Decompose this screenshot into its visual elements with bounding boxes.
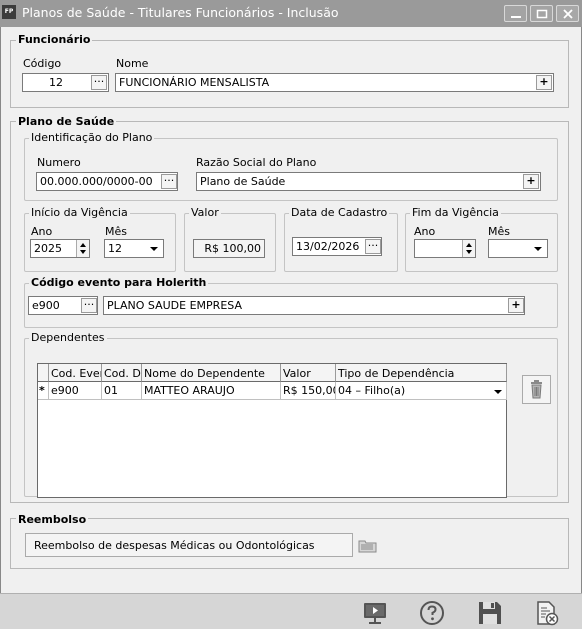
inicio-ano-label: Ano (31, 225, 53, 238)
evento-add-button[interactable]: + (508, 298, 524, 313)
col-header-cod-dependente[interactable]: Cod. De (102, 364, 142, 382)
save-icon (479, 602, 501, 624)
plano-title: Plano de Saúde (16, 115, 117, 128)
tipo-chevron-down-icon[interactable] (490, 383, 506, 399)
maximize-button[interactable] (530, 5, 553, 22)
table-row-marker-header (38, 364, 49, 382)
evento-lookup-button[interactable]: ··· (81, 298, 97, 313)
inicio-vigencia-title: Início da Vigência (29, 206, 130, 219)
cancel-doc-icon (537, 601, 559, 626)
monitor-button[interactable] (362, 600, 388, 626)
minimize-icon (511, 16, 521, 18)
col-header-nome[interactable]: Nome do Dependente (142, 364, 281, 382)
funcionario-title: Funcionário (16, 33, 93, 46)
dependentes-title: Dependentes (29, 331, 107, 344)
razao-label: Razão Social do Plano (196, 156, 317, 169)
reembolso-title: Reembolso (16, 513, 89, 526)
fim-ano-spinner[interactable] (462, 240, 475, 257)
razao-field[interactable]: Plano de Saúde (196, 172, 541, 191)
nome-field[interactable]: FUNCIONÁRIO MENSALISTA (115, 73, 554, 92)
inicio-ano-spinner[interactable] (76, 240, 89, 257)
delete-dependente-button[interactable] (522, 375, 551, 404)
numero-field[interactable]: 00.000.000/0000-00 (36, 172, 178, 191)
bottom-toolbar (0, 593, 582, 629)
col-header-tipo[interactable]: Tipo de Dependência (336, 364, 507, 382)
fim-mes-chevron-down-icon[interactable] (530, 240, 547, 257)
codigo-label: Código (23, 57, 62, 70)
row-marker: * (38, 382, 49, 400)
evento-title: Código evento para Holerith (29, 276, 209, 289)
codigo-lookup-button[interactable]: ··· (91, 75, 107, 90)
inicio-mes-chevron-down-icon[interactable] (146, 240, 163, 257)
help-icon (420, 601, 444, 625)
reembolso-open-button[interactable] (356, 534, 380, 556)
cell-nome[interactable]: MATTEO ARAUJO (142, 382, 281, 400)
cadastro-lookup-button[interactable]: ··· (365, 239, 381, 254)
help-button[interactable] (419, 600, 445, 626)
folder-icon (358, 540, 377, 553)
close-icon (563, 9, 573, 19)
cell-tipo[interactable]: 04 – Filho(a) (336, 382, 507, 400)
cancel-button[interactable] (534, 600, 560, 626)
monitor-icon (364, 603, 386, 624)
razao-add-button[interactable]: + (523, 174, 539, 189)
window-title: Planos de Saúde - Titulares Funcionários… (22, 5, 339, 20)
valor-field[interactable]: R$ 100,00 (193, 239, 265, 258)
save-button[interactable] (477, 600, 503, 626)
col-header-cod-evento[interactable]: Cod. Even (49, 364, 102, 382)
identificacao-group: Identificação do Plano (24, 131, 558, 201)
cadastro-title: Data de Cadastro (289, 206, 390, 219)
dependentes-table[interactable]: Cod. Even Cod. De Nome do Dependente Val… (37, 363, 507, 498)
close-button[interactable] (556, 5, 579, 22)
maximize-icon (536, 9, 548, 19)
numero-lookup-button[interactable]: ··· (161, 174, 177, 189)
fim-mes-label: Mês (488, 225, 510, 238)
minimize-button[interactable] (504, 5, 527, 22)
valor-title: Valor (189, 206, 221, 219)
nome-add-button[interactable]: + (536, 75, 552, 90)
cell-valor[interactable]: R$ 150,00 (281, 382, 336, 400)
inicio-mes-label: Mês (105, 225, 127, 238)
identificacao-title: Identificação do Plano (29, 131, 155, 144)
reembolso-field[interactable]: Reembolso de despesas Médicas ou Odontol… (25, 533, 353, 557)
col-header-valor[interactable]: Valor (281, 364, 336, 382)
fim-vigencia-title: Fim da Vigência (410, 206, 501, 219)
cell-cod-dependente[interactable]: 01 (102, 382, 142, 400)
trash-icon (531, 380, 542, 399)
title-bar: FP Planos de Saúde - Titulares Funcionár… (0, 0, 582, 27)
cell-cod-evento[interactable]: e900 (49, 382, 102, 400)
numero-label: Numero (37, 156, 81, 169)
fim-ano-label: Ano (414, 225, 436, 238)
app-icon: FP (2, 5, 16, 19)
nome-label: Nome (116, 57, 149, 70)
evento-desc-field[interactable]: PLANO SAUDE EMPRESA (103, 296, 525, 315)
